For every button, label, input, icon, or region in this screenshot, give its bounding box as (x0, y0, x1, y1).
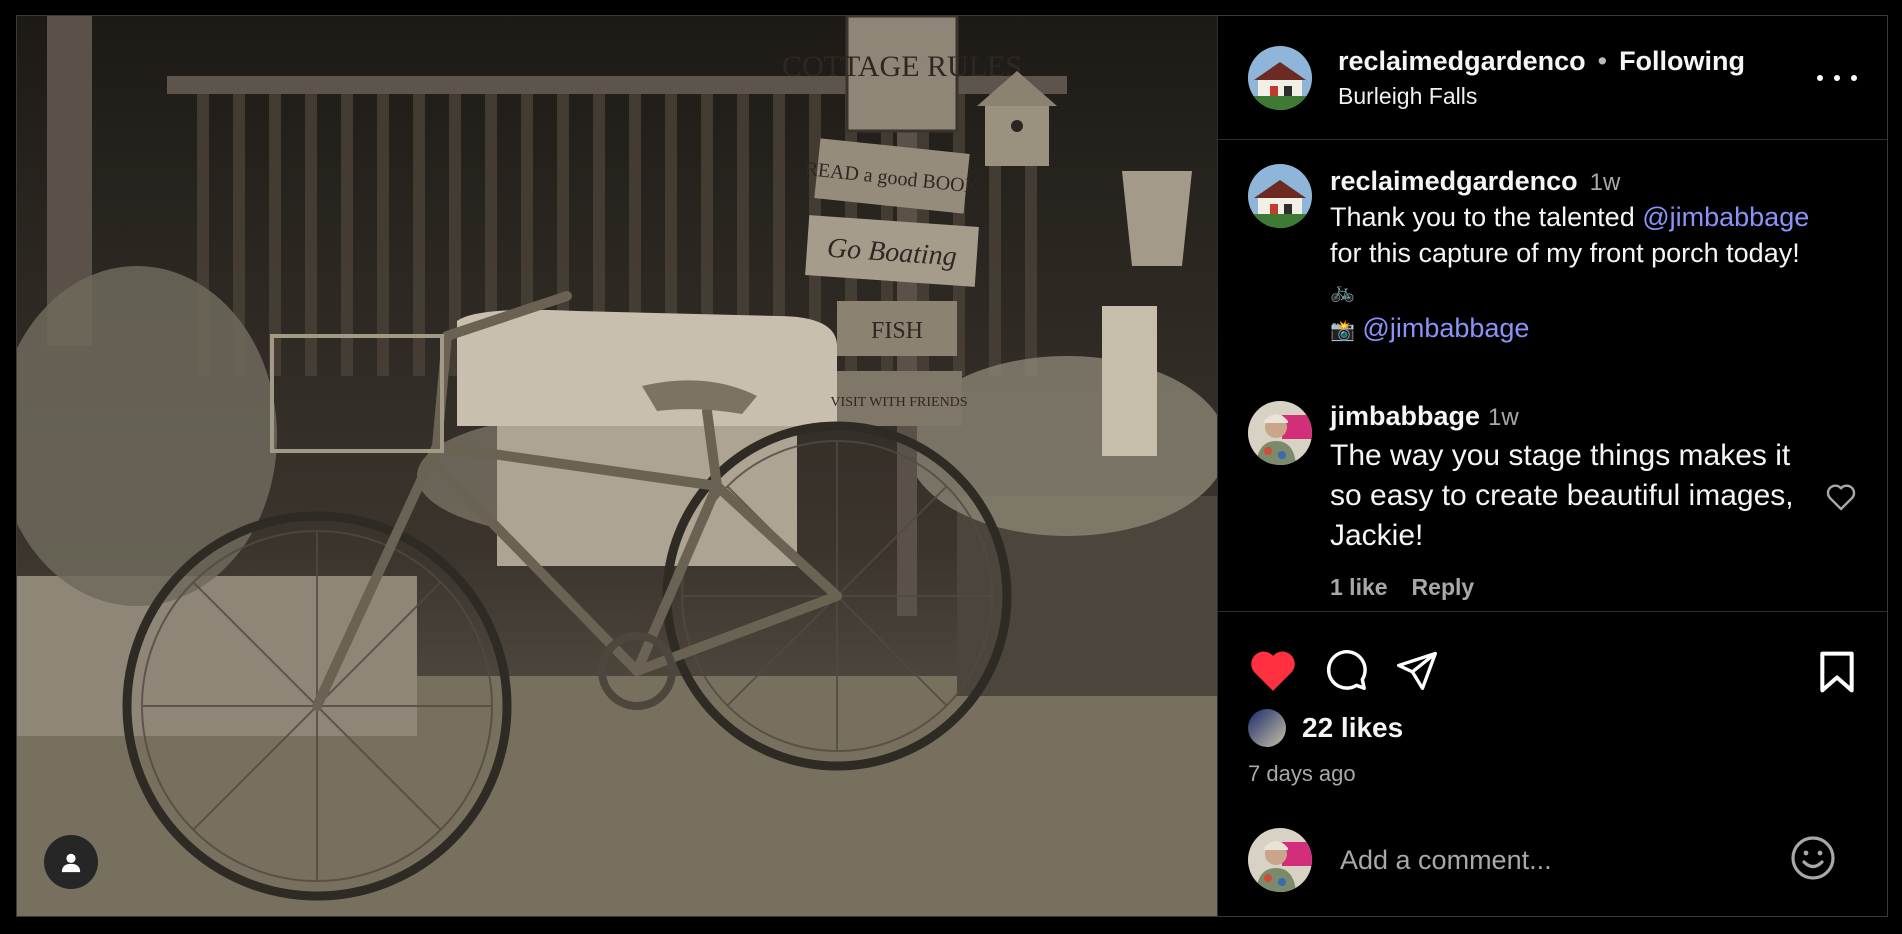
share-paper-plane-icon[interactable] (1394, 648, 1440, 692)
caption-username[interactable]: reclaimedgardenco (1330, 166, 1578, 196)
post-side-panel: reclaimedgardenco • Following Burleigh F… (1217, 16, 1887, 916)
post-photo[interactable]: COTTAGE RULES READ a good BOOK Go Boatin… (17, 16, 1217, 916)
viewer-avatar (1248, 828, 1312, 892)
bicycle-photo: COTTAGE RULES READ a good BOOK Go Boatin… (17, 16, 1217, 916)
post-timestamp[interactable]: 7 days ago (1218, 761, 1887, 787)
post-header: reclaimedgardenco • Following Burleigh F… (1218, 16, 1887, 140)
action-bar (1218, 622, 1887, 717)
comment-item: jimbabbage 1w The way you stage things ma… (1248, 401, 1857, 601)
comment-time[interactable]: 1w (1488, 404, 1519, 431)
following-button[interactable]: Following (1619, 46, 1745, 77)
author-avatar[interactable] (1248, 45, 1312, 110)
bicycle-emoji: 🚲 (1330, 281, 1355, 303)
caption-text-end: for this capture of my front porch today… (1330, 238, 1800, 268)
save-bookmark-icon[interactable] (1817, 650, 1857, 699)
separator-dot: • (1597, 45, 1608, 76)
sign-visit-friends: VISIT WITH FRIENDS (830, 395, 967, 410)
comment-reply-button[interactable]: Reply (1412, 574, 1475, 601)
emoji-smiley-icon[interactable] (1789, 834, 1837, 887)
comment-bubble-icon[interactable] (1322, 647, 1370, 693)
tagged-users-button[interactable] (44, 835, 98, 889)
caption-time[interactable]: 1w (1590, 169, 1621, 196)
comment-text: The way you stage things makes it so eas… (1330, 439, 1794, 552)
sign-cottage-rules: COTTAGE RULES (782, 50, 1022, 83)
location-link[interactable]: Burleigh Falls (1338, 83, 1745, 110)
add-comment-bar (1248, 828, 1857, 892)
sign-fish: FISH (871, 318, 923, 344)
caption-text-start: Thank you to the talented (1330, 202, 1643, 232)
like-heart-icon[interactable] (1248, 647, 1298, 693)
author-username[interactable]: reclaimedgardenco (1338, 46, 1586, 77)
caption-author-avatar[interactable] (1248, 164, 1312, 228)
commenter-avatar[interactable] (1248, 401, 1312, 465)
comments-list: reclaimedgardenco 1w Thank you to the tal… (1218, 140, 1887, 612)
comment-likes-count[interactable]: 1 like (1330, 574, 1388, 601)
person-icon (61, 853, 81, 873)
caption-credit-mention-link[interactable]: @jimbabbage (1362, 313, 1529, 343)
camera-emoji: 📸 (1330, 320, 1355, 342)
caption-mention-link[interactable]: @jimbabbage (1642, 202, 1809, 232)
commenter-username[interactable]: jimbabbage (1330, 401, 1480, 431)
more-options-icon[interactable] (1817, 66, 1857, 90)
post-dialog: COTTAGE RULES READ a good BOOK Go Boatin… (16, 15, 1888, 917)
caption: reclaimedgardenco 1w Thank you to the tal… (1248, 164, 1857, 349)
comment-like-heart-icon[interactable] (1825, 482, 1857, 517)
add-comment-input[interactable] (1338, 843, 1762, 877)
